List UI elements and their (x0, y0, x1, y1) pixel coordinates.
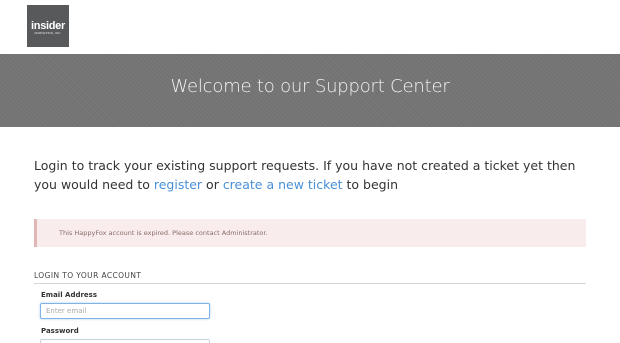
welcome-banner: Welcome to our Support Center (0, 54, 620, 127)
support-login-page: insider MARKETING, INC. Welcome to our S… (0, 0, 620, 343)
email-field[interactable] (40, 303, 210, 319)
intro-paragraph: Login to track your existing support req… (34, 156, 594, 194)
intro-text-after: to begin (342, 177, 398, 192)
alert-message: This HappyFox account is expired. Please… (59, 229, 268, 237)
password-label: Password (41, 327, 79, 335)
password-field[interactable] (40, 339, 210, 343)
insider-logo[interactable]: insider MARKETING, INC. (27, 5, 69, 47)
login-section-heading: LOGIN TO YOUR ACCOUNT (34, 271, 586, 284)
account-expired-alert: This HappyFox account is expired. Please… (34, 219, 586, 247)
top-bar: insider MARKETING, INC. (0, 0, 620, 54)
register-link[interactable]: register (154, 177, 202, 192)
email-label: Email Address (41, 291, 98, 299)
logo-wordmark: insider (31, 20, 65, 32)
create-ticket-link[interactable]: create a new ticket (223, 177, 343, 192)
intro-text-or: or (202, 177, 223, 192)
banner-title: Welcome to our Support Center (170, 76, 450, 97)
